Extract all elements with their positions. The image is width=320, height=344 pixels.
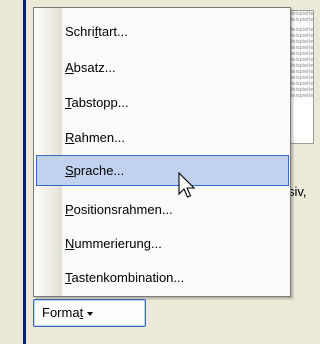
menu-item-accesskey: R	[65, 130, 75, 145]
menu-item-accesskey: P	[65, 202, 74, 217]
format-menu: Schriftart... Absatz... Tabstopp... Rahm…	[33, 7, 291, 297]
menu-item-tabstopp[interactable]: Tabstopp...	[36, 89, 289, 116]
mouse-pointer-icon	[178, 172, 196, 198]
dropdown-arrow-icon	[87, 311, 94, 316]
menu-item-label: bsatz...	[73, 60, 116, 75]
menu-item-accesskey: N	[65, 236, 75, 251]
menu-item-label: ahmen...	[74, 130, 125, 145]
menu-item-rahmen[interactable]: Rahmen...	[36, 124, 289, 151]
menu-item-accesskey: A	[65, 60, 74, 75]
menu-item-label: ositionsrahmen...	[73, 202, 173, 217]
menu-item-absatz[interactable]: Absatz...	[36, 54, 289, 81]
menu-item-positionsrahmen[interactable]: Positionsrahmen...	[36, 196, 289, 223]
menu-item-nummerierung[interactable]: Nummerierung...	[36, 230, 289, 257]
menu-item-label: abstopp...	[71, 95, 129, 110]
menu-item-label: astenkombination...	[71, 270, 185, 285]
menu-item-schriftart[interactable]: Schriftart...	[36, 18, 289, 45]
menu-item-label: Schri	[65, 24, 95, 39]
format-button[interactable]: Format	[33, 299, 146, 327]
menu-item-accesskey: S	[65, 163, 74, 178]
menu-item-label: tart...	[98, 24, 128, 39]
format-button-label: Forma	[42, 305, 80, 320]
menu-item-label: prache...	[73, 163, 125, 178]
menu-item-label: ummerierung...	[74, 236, 162, 251]
menu-item-sprache[interactable]: Sprache...	[36, 155, 289, 186]
menu-item-tastenkombination[interactable]: Tastenkombination...	[36, 264, 289, 291]
format-button-accesskey: t	[79, 305, 84, 320]
